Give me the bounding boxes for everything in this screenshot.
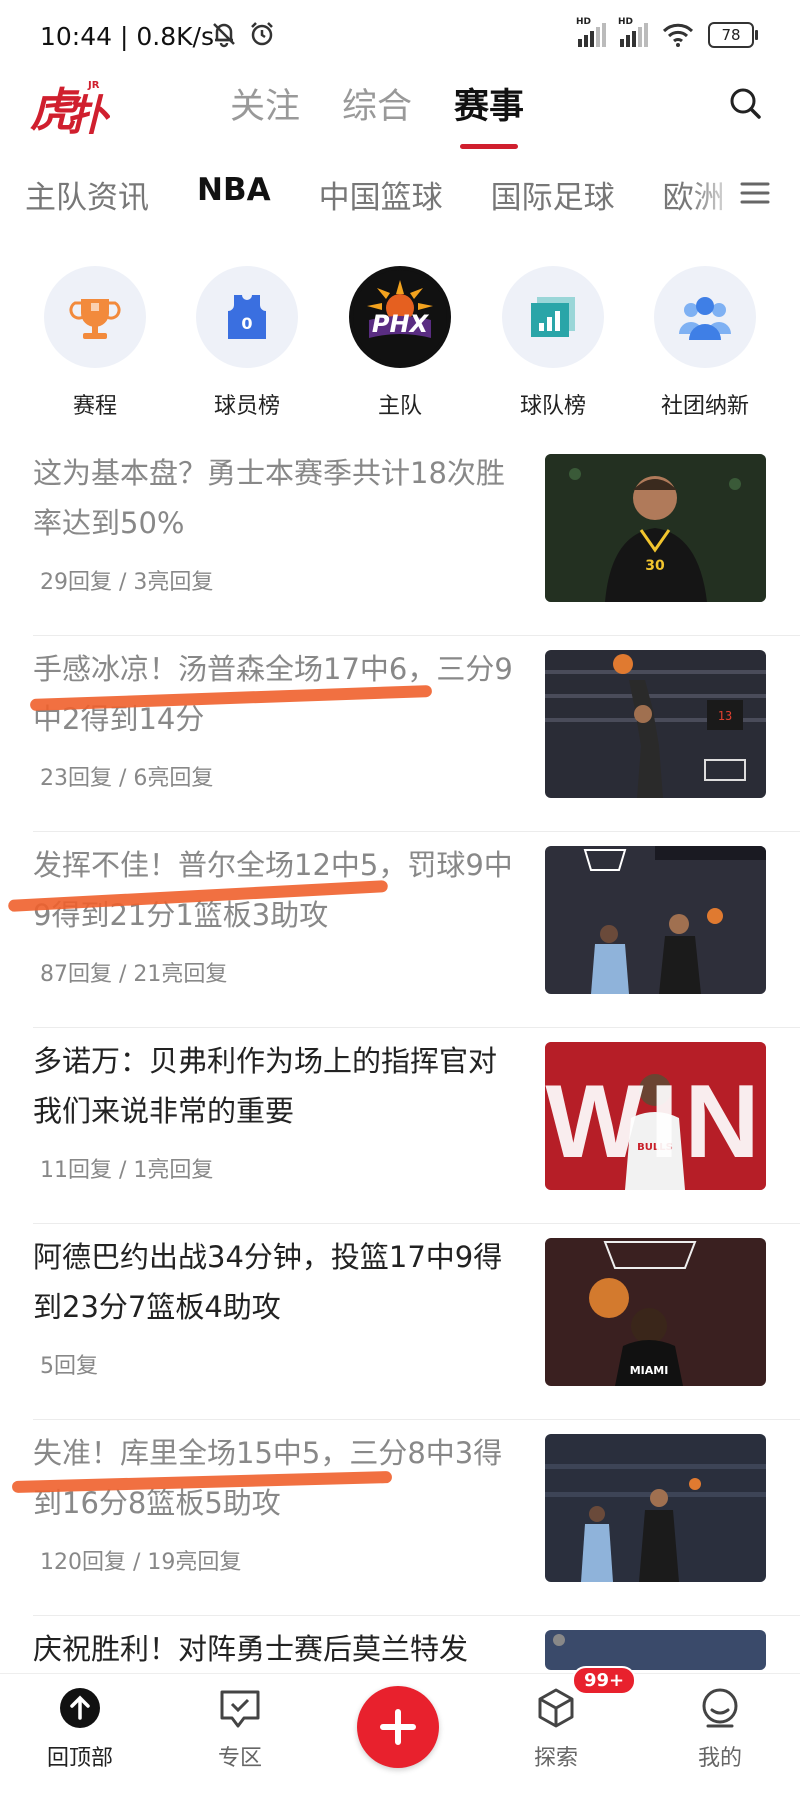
news-thumbnail: BULLS WIN xyxy=(545,1042,766,1190)
bottom-nav: 回顶部 专区 探索 99+ 我的 xyxy=(0,1666,800,1779)
jersey-icon: 0 xyxy=(228,295,266,339)
status-left-icons xyxy=(210,20,276,48)
nav-label: 我的 xyxy=(697,1746,742,1771)
svg-text:0: 0 xyxy=(241,314,252,333)
status-time: 10:44 | 0.8K/s xyxy=(40,22,214,51)
battery-icon: 78 xyxy=(708,22,758,48)
quick-home-team[interactable]: PHX 主队 xyxy=(335,266,465,420)
quick-entry-row: 赛程 0 球员榜 PHX 主队 球队榜 社团纳新 xyxy=(0,266,800,426)
svg-text:JR: JR xyxy=(87,80,100,91)
news-thumbnail xyxy=(545,1630,766,1670)
plus-icon xyxy=(380,1709,416,1745)
mute-bell-icon xyxy=(213,23,235,48)
quick-label: 赛程 xyxy=(72,394,117,419)
trophy-icon xyxy=(69,299,121,339)
nav-label: 回顶部 xyxy=(46,1746,113,1771)
news-title: 多诺万：贝弗利作为场上的指挥官对我们来说非常的重要 xyxy=(33,1044,498,1128)
hupu-logo[interactable]: 虎 扑 JR xyxy=(30,74,111,144)
status-right: HD HD 78 xyxy=(576,17,758,48)
signal-icon-2: HD xyxy=(618,17,648,47)
cat-nba[interactable]: NBA xyxy=(197,172,271,217)
status-bar: 10:44 | 0.8K/s HD HD 78 xyxy=(0,0,800,72)
svg-text:扑: 扑 xyxy=(66,91,110,140)
news-item[interactable]: 手感冰凉！汤普森全场17中6，三分9中2得到14分 23回复 / 6亮回复 13 xyxy=(0,636,800,832)
nav-label: 探索 xyxy=(533,1746,578,1771)
news-item[interactable]: 多诺万：贝弗利作为场上的指挥官对我们来说非常的重要 11回复 / 1亮回复 BU… xyxy=(0,1028,800,1224)
news-thumbnail: 13 xyxy=(545,650,766,798)
svg-text:30: 30 xyxy=(645,558,665,574)
bar-chart-icon xyxy=(531,297,575,337)
quick-player-rank[interactable]: 0 球员榜 xyxy=(182,266,312,420)
news-meta: 5回复 xyxy=(40,1354,98,1379)
cat-china-basketball[interactable]: 中国篮球 xyxy=(319,172,443,217)
quick-label: 球员榜 xyxy=(213,394,280,419)
menu-icon[interactable] xyxy=(740,180,770,206)
news-title: 这为基本盘？勇士本赛季共计18次胜率达到50% xyxy=(33,456,505,540)
tab-follow[interactable]: 关注 xyxy=(230,78,300,141)
cat-home-team-news[interactable]: 主队资讯 xyxy=(25,172,149,217)
news-meta: 120回复 / 19亮回复 xyxy=(40,1550,242,1575)
alarm-icon xyxy=(251,22,273,46)
quick-label: 球队榜 xyxy=(519,394,586,419)
svg-text:MIAMI: MIAMI xyxy=(630,1364,669,1377)
signal-icon: HD xyxy=(576,17,606,47)
quick-schedule[interactable]: 赛程 xyxy=(30,266,160,420)
nav-zone[interactable]: 专区 xyxy=(190,1686,290,1772)
news-thumbnail xyxy=(545,1434,766,1582)
phx-logo-text: PHX xyxy=(371,310,429,338)
category-tabs: 主队资讯 NBA 中国篮球 国际足球 欧洲 xyxy=(0,166,800,222)
wifi-icon xyxy=(662,23,694,47)
news-title: 阿德巴约出战34分钟，投篮17中9得到23分7篮板4助攻 xyxy=(33,1240,503,1324)
group-icon xyxy=(679,297,731,340)
news-meta: 87回复 / 21亮回复 xyxy=(40,962,228,987)
nav-me[interactable]: 我的 xyxy=(670,1686,770,1772)
news-item[interactable]: 发挥不佳！普尔全场12中5，罚球9中9得到21分1篮板3助攻 87回复 / 21… xyxy=(0,832,800,1028)
quick-label: 社团纳新 xyxy=(660,394,749,419)
arrow-up-circle-icon xyxy=(60,1688,100,1728)
tab-general[interactable]: 综合 xyxy=(342,78,412,141)
nav-back-to-top[interactable]: 回顶部 xyxy=(30,1686,130,1772)
thumb-win-text: WIN xyxy=(545,1064,766,1180)
tab-events[interactable]: 赛事 xyxy=(454,78,524,149)
news-thumbnail: 30 xyxy=(545,454,766,602)
app-header: 虎 扑 JR 关注 综合 赛事 xyxy=(0,72,800,152)
news-thumbnail xyxy=(545,846,766,994)
svg-text:13: 13 xyxy=(718,709,732,723)
profile-face-icon xyxy=(702,1688,738,1728)
news-item[interactable]: 失准！库里全场15中5，三分8中3得到16分8篮板5助攻 120回复 / 19亮… xyxy=(0,1420,800,1616)
create-post-button[interactable] xyxy=(357,1686,439,1768)
news-meta: 11回复 / 1亮回复 xyxy=(40,1158,214,1183)
quick-label: 主队 xyxy=(377,394,422,419)
cube-icon xyxy=(538,1688,574,1728)
notification-badge: 99+ xyxy=(572,1666,637,1695)
nav-label: 专区 xyxy=(217,1746,262,1771)
news-thumbnail: MIAMI xyxy=(545,1238,766,1386)
news-item[interactable]: 阿德巴约出战34分钟，投篮17中9得到23分7篮板4助攻 5回复 MIAMI xyxy=(0,1224,800,1420)
nav-explore[interactable]: 探索 xyxy=(506,1686,606,1772)
quick-club-recruit[interactable]: 社团纳新 xyxy=(640,266,770,420)
top-tabs: 关注 综合 赛事 xyxy=(230,78,524,149)
news-meta: 23回复 / 6亮回复 xyxy=(40,766,214,791)
search-icon[interactable] xyxy=(722,80,770,128)
news-item[interactable]: 这为基本盘？勇士本赛季共计18次胜率达到50% 29回复 / 3亮回复 30 xyxy=(0,440,800,636)
cat-intl-football[interactable]: 国际足球 xyxy=(491,172,615,217)
chat-zone-icon xyxy=(220,1690,260,1728)
quick-team-rank[interactable]: 球队榜 xyxy=(488,266,618,420)
news-meta: 29回复 / 3亮回复 xyxy=(40,570,214,595)
news-title: 庆祝胜利！对阵勇士赛后莫兰特发 xyxy=(33,1632,469,1666)
